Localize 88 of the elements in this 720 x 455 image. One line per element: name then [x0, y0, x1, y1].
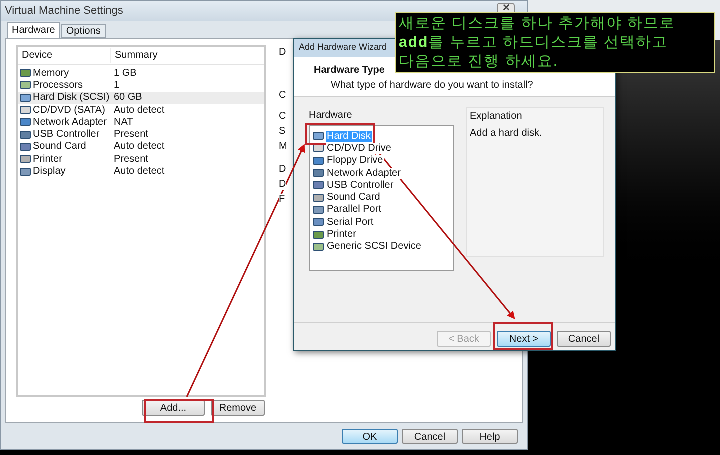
table-cell-text: Network Adapter [33, 116, 107, 130]
device-icon [20, 105, 31, 116]
device-icon [20, 68, 31, 78]
table-cell-text: Display [33, 165, 66, 180]
table-cell-text: 60 GB [114, 91, 142, 106]
table-row[interactable]: Processors 1 [18, 79, 264, 92]
list-item[interactable]: USB Controller [326, 180, 395, 191]
list-item[interactable]: Printer [326, 229, 358, 240]
device-icon [20, 166, 31, 177]
list-item[interactable]: Network Adapter [326, 168, 402, 179]
list-item[interactable]: Parallel Port [326, 204, 382, 216]
table-cell-text: 1 [114, 78, 120, 93]
list-item[interactable]: CD/DVD Drive [326, 142, 392, 154]
explanation-text: Add a hard disk. [470, 127, 544, 141]
device-icon [313, 230, 324, 240]
table-cell-text: Present [114, 128, 148, 142]
callout-text: 새로운 디스크를 하나 추가해야 하므로 [399, 14, 677, 33]
device-icon [20, 154, 31, 164]
table-cell-text: Auto detect [114, 104, 165, 118]
device-icon [313, 242, 324, 252]
table-cell-text: Memory [33, 66, 70, 81]
dialog-button[interactable]: OK [342, 428, 398, 444]
device-icon [20, 117, 31, 128]
label-fragment: D [279, 164, 286, 175]
table-cell-text: 1 GB [114, 66, 137, 81]
highlight-frame [305, 123, 375, 145]
table-cell-text: Auto detect [114, 165, 165, 180]
label-fragment: F [279, 194, 286, 205]
callout-text: add를 누르고 하드디스크를 선택하고 [399, 33, 670, 52]
device-icon [20, 92, 31, 103]
table-row[interactable]: Printer Present [18, 153, 264, 166]
device-icon [313, 204, 324, 215]
device-icon [20, 130, 31, 140]
explanation-label: Explanation [470, 110, 524, 124]
callout-text: 다음으로 진행 하세요. [399, 52, 560, 71]
wizard-button[interactable]: Next > [497, 331, 551, 347]
highlight-frame [493, 322, 553, 350]
label-fragment: C [279, 90, 286, 101]
table-row[interactable]: Memory 1 GB [18, 67, 264, 80]
tab[interactable]: Hardware [7, 22, 60, 38]
dialog-button[interactable]: Cancel [402, 428, 458, 444]
close-button[interactable] [497, 2, 515, 12]
table-cell-text: Present [114, 152, 148, 166]
column-header[interactable]: Summary [115, 50, 158, 61]
list-item[interactable]: Floppy Drive [326, 155, 384, 166]
highlight-frame [144, 399, 214, 423]
device-icon [313, 217, 324, 228]
label-fragment: C [279, 111, 286, 122]
list-label: Hardware [309, 111, 354, 121]
device-icon [313, 156, 324, 166]
device-icon [313, 168, 324, 178]
wizard-title: Add Hardware Wizard [299, 41, 388, 54]
label-fragment: D [279, 179, 286, 190]
table-row[interactable]: Network Adapter NAT [18, 116, 264, 128]
label-fragment: D [279, 47, 286, 58]
table-row[interactable]: CD/DVD (SATA) Auto detect [18, 104, 264, 116]
table-cell-text: Sound Card [33, 140, 86, 154]
table-row[interactable]: Display Auto detect [18, 165, 264, 178]
device-icon [20, 142, 31, 152]
close-icon [502, 4, 510, 10]
column-header[interactable]: Device [22, 50, 53, 61]
device-icon [313, 131, 324, 142]
table-cell-text: NAT [114, 116, 134, 130]
table-row[interactable]: USB Controller Present [18, 128, 264, 141]
list-item[interactable]: Serial Port [326, 216, 375, 228]
add-button[interactable]: Add... [142, 400, 205, 416]
table-row[interactable]: Hard Disk (SCSI) 60 GB [18, 92, 264, 104]
window-title: Virtual Machine Settings [5, 4, 124, 19]
table-row[interactable]: Sound Card Auto detect [18, 140, 264, 154]
table-cell-text: Processors [33, 78, 84, 92]
device-icon [313, 180, 324, 190]
device-icon [20, 80, 31, 90]
wizard-button[interactable]: Cancel [557, 331, 611, 347]
table-cell-text: CD/DVD (SATA) [33, 104, 106, 118]
table-cell-text: USB Controller [33, 128, 100, 142]
list-item[interactable]: Generic SCSI Device [326, 241, 422, 252]
dialog-button[interactable]: Help [462, 428, 518, 444]
table-cell-text: Hard Disk (SCSI) [33, 91, 110, 106]
label-fragment: S [279, 126, 286, 137]
wizard-heading: Hardware Type [314, 64, 386, 78]
label-fragment: M [279, 141, 288, 152]
device-icon [313, 192, 324, 203]
table-cell-text: Auto detect [114, 140, 165, 154]
table-cell-text: Printer [33, 152, 62, 166]
wizard-subtitle: What type of hardware do you want to install? [330, 79, 534, 93]
tab[interactable]: Options [61, 24, 106, 38]
list-item[interactable]: Sound Card [326, 192, 382, 204]
remove-button[interactable]: Remove [211, 400, 265, 416]
